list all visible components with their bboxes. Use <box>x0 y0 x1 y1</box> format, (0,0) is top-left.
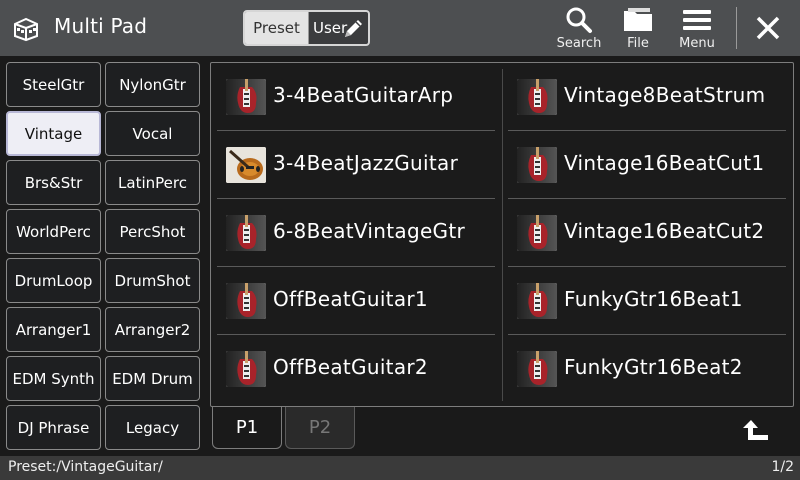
pad-name: 3-4BeatJazzGuitar <box>273 151 459 175</box>
title-bar: Multi Pad Preset User Search File Menu <box>0 0 800 56</box>
category-button[interactable]: Brs&Str <box>6 160 101 205</box>
page-title: Multi Pad <box>54 14 148 38</box>
folder-icon <box>624 8 652 31</box>
pad-list-item[interactable]: OffBeatGuitar1 <box>211 267 495 335</box>
category-button[interactable]: DrumShot <box>105 258 200 303</box>
tab-p1[interactable]: P1 <box>212 407 282 449</box>
pad-list-item[interactable]: Vintage8BeatStrum <box>502 63 786 131</box>
file-label: File <box>627 36 649 51</box>
search-button[interactable]: Search <box>552 6 606 54</box>
category-button[interactable]: LatinPerc <box>105 160 200 205</box>
pad-list-item[interactable]: OffBeatGuitar2 <box>211 335 495 403</box>
pad-list-item[interactable]: 3-4BeatJazzGuitar <box>211 131 495 199</box>
user-tab[interactable]: User <box>309 12 368 44</box>
up-folder-button[interactable] <box>738 412 774 448</box>
category-button[interactable]: Legacy <box>105 405 200 450</box>
pad-name: Vintage8BeatStrum <box>564 83 766 107</box>
pad-list-item[interactable]: FunkyGtr16Beat1 <box>502 267 786 335</box>
category-button[interactable]: EDM Synth <box>6 356 101 401</box>
preset-user-toggle: Preset User <box>243 10 370 46</box>
pad-name: FunkyGtr16Beat1 <box>564 287 743 311</box>
close-button[interactable] <box>748 8 788 48</box>
multi-pad-app-icon <box>14 17 38 42</box>
electric-guitar-icon <box>517 351 557 387</box>
category-button[interactable]: Arranger2 <box>105 307 200 352</box>
menu-button[interactable]: Menu <box>670 6 724 54</box>
menu-label: Menu <box>679 36 715 51</box>
electric-guitar-icon <box>517 215 557 251</box>
electric-guitar-icon <box>226 215 266 251</box>
pad-name: OffBeatGuitar2 <box>273 355 428 379</box>
pad-name: Vintage16BeatCut2 <box>564 219 765 243</box>
category-button[interactable]: DrumLoop <box>6 258 101 303</box>
search-label: Search <box>556 36 602 51</box>
preset-tab[interactable]: Preset <box>245 12 309 44</box>
category-button[interactable]: WorldPerc <box>6 209 101 254</box>
page-indicator: 1/2 <box>771 459 794 475</box>
category-button[interactable]: Vocal <box>105 111 200 156</box>
pad-name: Vintage16BeatCut1 <box>564 151 765 175</box>
category-button[interactable]: Arranger1 <box>6 307 101 352</box>
pad-name: OffBeatGuitar1 <box>273 287 428 311</box>
category-button[interactable]: Vintage <box>6 111 101 156</box>
pad-list-item[interactable]: 6-8BeatVintageGtr <box>211 199 495 267</box>
up-arrow-icon <box>743 420 768 440</box>
pad-name: 6-8BeatVintageGtr <box>273 219 466 243</box>
category-button[interactable]: SteelGtr <box>6 62 101 107</box>
category-button[interactable]: NylonGtr <box>105 62 200 107</box>
status-bar: Preset:/VintageGuitar/ 1/2 <box>0 456 800 480</box>
pad-list-item[interactable]: 3-4BeatGuitarArp <box>211 63 495 131</box>
header-divider <box>736 7 737 49</box>
pad-name: 3-4BeatGuitarArp <box>273 83 454 107</box>
close-icon <box>756 16 780 40</box>
electric-guitar-icon <box>517 283 557 319</box>
electric-guitar-icon <box>226 79 266 115</box>
electric-guitar-icon <box>517 147 557 183</box>
pad-name: FunkyGtr16Beat2 <box>564 355 743 379</box>
hamburger-menu-icon <box>683 10 711 30</box>
search-icon <box>566 7 592 33</box>
pad-list-item[interactable]: FunkyGtr16Beat2 <box>502 335 786 403</box>
electric-guitar-icon <box>226 283 266 319</box>
current-path: Preset:/VintageGuitar/ <box>8 459 163 475</box>
pencil-icon <box>345 20 362 37</box>
pad-list-item[interactable]: Vintage16BeatCut1 <box>502 131 786 199</box>
category-button[interactable]: PercShot <box>105 209 200 254</box>
jazz-guitar-icon <box>226 147 266 183</box>
pad-list: 3-4BeatGuitarArp Vintage8BeatStrum 3-4Beat… <box>210 62 794 407</box>
category-button[interactable]: DJ Phrase <box>6 405 101 450</box>
electric-guitar-icon <box>517 79 557 115</box>
pad-list-item[interactable]: Vintage16BeatCut2 <box>502 199 786 267</box>
file-button[interactable]: File <box>612 6 664 54</box>
tab-p2[interactable]: P2 <box>285 407 355 449</box>
electric-guitar-icon <box>226 351 266 387</box>
category-button[interactable]: EDM Drum <box>105 356 200 401</box>
